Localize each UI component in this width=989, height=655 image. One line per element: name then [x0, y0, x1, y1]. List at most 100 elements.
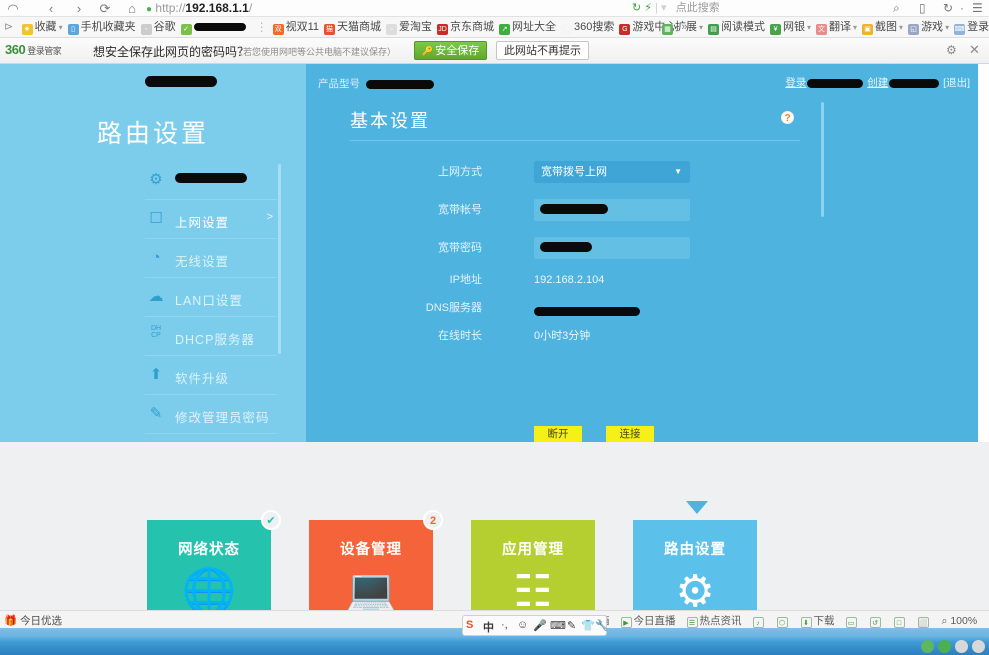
- bookmark-item[interactable]: ⌨登录管家: [954, 17, 989, 38]
- back-button[interactable]: ‹: [40, 0, 62, 17]
- zoom-control[interactable]: ⌕ 100%: [942, 615, 978, 628]
- card-0[interactable]: 网络状态 🌐 ✔: [147, 510, 281, 610]
- bookmark-item[interactable]: ▦ 扩展 ▾: [662, 17, 703, 38]
- bookmark-item[interactable]: ▫ 爱淘宝: [386, 17, 432, 38]
- update-icon[interactable]: [938, 640, 951, 653]
- bookmark-item[interactable]: ▯ 手机收藏夹: [67, 17, 136, 38]
- more-dot-icon[interactable]: ·: [960, 0, 964, 17]
- text-input-field[interactable]: [534, 237, 690, 259]
- status-tool-1[interactable]: ▶ 今日直播: [620, 613, 676, 628]
- bookmark-label: 扩展: [675, 21, 697, 33]
- daily-deals-item[interactable]: 🎁 今日优选: [4, 613, 62, 628]
- bookmark-item[interactable]: 文翻译 ▾: [816, 17, 857, 38]
- emoji-icon[interactable]: ☺: [517, 619, 528, 631]
- punct-icon[interactable]: ·,: [501, 619, 508, 631]
- status-tool-2[interactable]: ☰ 热点资讯: [686, 613, 742, 628]
- bookmark-label: 360搜索: [574, 21, 615, 33]
- wrench-icon[interactable]: 🔧: [595, 619, 609, 632]
- status-tool-4[interactable]: ⬡: [776, 615, 790, 628]
- status-tool-label: 热点资讯: [699, 615, 742, 627]
- card-badge-value: 2: [429, 515, 437, 527]
- sidebar-item-5[interactable]: ⬆ 软件升级: [145, 356, 277, 395]
- logout-link[interactable]: [退出]: [943, 77, 970, 89]
- reload-button[interactable]: ⟳: [94, 0, 116, 17]
- search-icon[interactable]: ⌕: [893, 0, 900, 17]
- network-icon[interactable]: [972, 640, 985, 653]
- form-row: 宽带帐号: [306, 199, 978, 221]
- omnibox-search[interactable]: ↻ ⚡ | ▾ 点此搜索: [632, 0, 720, 17]
- login-link[interactable]: 登录: [785, 77, 806, 89]
- bookmark-item[interactable]: ¥ 网银 ▾: [770, 17, 811, 38]
- mic-icon[interactable]: 🎤: [533, 619, 547, 632]
- status-tool-6[interactable]: ▭: [845, 615, 859, 628]
- status-tool-5[interactable]: ⬇ 下载: [800, 613, 835, 628]
- bookmark-item[interactable]: 猫天猫商城: [324, 17, 381, 38]
- bookmark-item[interactable]: ▣ 截图 ▾: [862, 17, 903, 38]
- bookmark-bar: ⊳ ★ 收藏 ▾ ▯ 手机收藏夹 ▫ 谷歌 ✓ ⋮ 双视双11 猫天猫商城 ▫ 爱淘宝 JD 京东商城 ↗ 网址…: [0, 17, 989, 38]
- bookmark-manager-icon[interactable]: ⊳: [4, 17, 13, 38]
- address-bar[interactable]: ● http://192.168.1.1/: [146, 0, 252, 17]
- bookmark-favicon-icon: G: [619, 24, 631, 35]
- chevron-down-icon[interactable]: ▾: [807, 23, 811, 32]
- bookmark-item[interactable]: ▤ 阅读模式: [708, 17, 765, 38]
- history-icon[interactable]: ↻: [943, 0, 953, 17]
- bookmark-item[interactable]: 双视双11: [272, 17, 319, 38]
- content-scrollbar[interactable]: [821, 102, 824, 217]
- status-tool-9[interactable]: ⬜: [917, 615, 931, 628]
- sidebar-item-3[interactable]: ☁ LAN口设置: [145, 278, 277, 317]
- bookmark-item[interactable]: ★ 收藏 ▾: [21, 17, 63, 38]
- ime-mode-button[interactable]: 中: [483, 619, 494, 635]
- wan-mode-select[interactable]: 宽带拨号上网 ▼: [534, 161, 690, 183]
- sidebar-item-2[interactable]: ◔ 无线设置: [145, 239, 277, 278]
- create-link[interactable]: 创建: [867, 77, 888, 89]
- text-input-field[interactable]: [534, 199, 690, 221]
- static-value: 192.168.2.104: [534, 274, 605, 286]
- handwriting-icon[interactable]: ✎: [567, 619, 576, 632]
- screenshot-icon: ⬜: [917, 617, 929, 628]
- card-2[interactable]: 应用管理 ☷: [471, 520, 595, 610]
- chevron-down-icon[interactable]: ▾: [853, 23, 857, 32]
- bookmark-item[interactable]: JD 京东商城: [437, 17, 494, 38]
- phone-icon[interactable]: ▯: [919, 0, 926, 17]
- sidebar-item-6[interactable]: ✎ 修改管理员密码: [145, 395, 277, 434]
- card-1[interactable]: 设备管理 💻 2: [309, 510, 443, 610]
- sidebar-item-brand[interactable]: ⚙: [145, 161, 277, 200]
- status-tool-8[interactable]: □: [893, 615, 907, 628]
- question-icon[interactable]: ?: [781, 111, 794, 124]
- sidebar-item-1[interactable]: ☐ 上网设置 >: [145, 200, 277, 239]
- sidebar-scrollbar[interactable]: [278, 164, 281, 354]
- chevron-down-icon[interactable]: ▾: [699, 23, 703, 32]
- chevron-down-icon[interactable]: ▾: [945, 23, 949, 32]
- bookmark-item[interactable]: ✓: [180, 17, 246, 38]
- status-tool-3[interactable]: ♪: [752, 615, 766, 628]
- save-password-button[interactable]: 🔑 安全保存: [414, 41, 488, 60]
- bookmark-item[interactable]: ↗ 网址大全: [499, 17, 556, 38]
- bookmark-label: 京东商城: [450, 21, 494, 33]
- connect-button[interactable]: 连接: [606, 426, 654, 443]
- sync-icon[interactable]: [921, 640, 934, 653]
- chevron-down-icon[interactable]: ▾: [899, 23, 903, 32]
- card-3[interactable]: 路由设置 ⚙: [633, 520, 757, 610]
- history-icon: ↺: [869, 617, 881, 628]
- never-save-button[interactable]: 此网站不再提示: [496, 41, 589, 60]
- omnibox-placeholder: 点此搜索: [675, 2, 720, 14]
- bookmark-item[interactable]: ▫ 谷歌: [140, 17, 176, 38]
- gear-icon[interactable]: ⚙: [946, 43, 957, 57]
- forward-button[interactable]: ›: [68, 0, 90, 17]
- sidebar-menu: ⚙ ☐ 上网设置 > ◔ 无线设置 ☁ LAN口设置 DH CP DHCP服务器 ⬆ 软件升级 ✎ 修改管理…: [145, 161, 277, 434]
- disconnect-button[interactable]: 断开: [534, 426, 582, 443]
- keyboard-icon[interactable]: ⌨: [550, 619, 566, 632]
- skin-icon[interactable]: 👕: [581, 619, 595, 632]
- status-tool-7[interactable]: ↺: [869, 615, 883, 628]
- close-icon[interactable]: ✕: [969, 42, 980, 58]
- bookmark-item[interactable]: ○ 360搜索: [561, 17, 614, 38]
- bookmark-item[interactable]: ◱ 游戏 ▾: [908, 17, 949, 38]
- volume-icon[interactable]: [955, 640, 968, 653]
- card-label: 应用管理: [502, 542, 564, 558]
- home-button[interactable]: ⌂: [121, 0, 143, 17]
- menu-icon[interactable]: ☰: [972, 0, 983, 17]
- lightning-icon[interactable]: ⚡: [644, 2, 652, 14]
- sidebar-item-4[interactable]: DH CP DHCP服务器: [145, 317, 277, 356]
- chevron-down-icon[interactable]: ▾: [59, 23, 63, 32]
- refresh-icon[interactable]: ↻: [632, 2, 641, 14]
